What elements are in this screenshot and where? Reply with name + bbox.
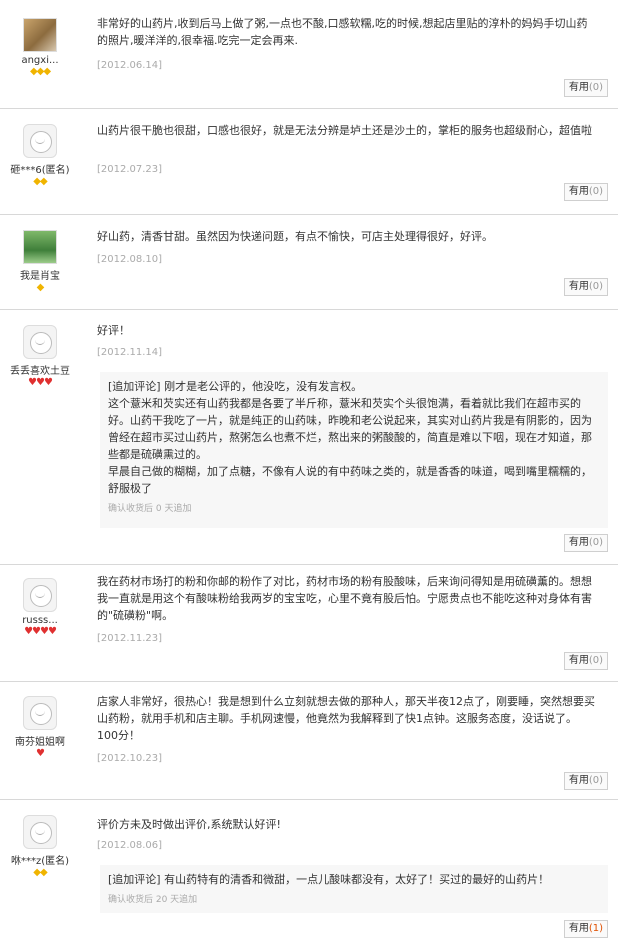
useful-label: 有用 — [568, 923, 589, 934]
appended-review-note: 确认收货后 0 天追加 — [108, 504, 192, 514]
appended-review-text: [追加评论] 有山药特有的清香和微甜，一点儿酸味都没有，太好了！买过的最好的山药… — [108, 873, 550, 886]
useful-count: (0) — [588, 281, 603, 292]
username[interactable]: 砸***6(匿名) — [0, 161, 80, 176]
buyer-rank-icon: ♥♥♥♥ — [24, 626, 57, 637]
useful-count: (0) — [588, 655, 603, 666]
username[interactable]: angxi... — [0, 55, 80, 66]
username[interactable]: russs... — [0, 615, 80, 626]
review-date: [2012.06.14] — [97, 60, 163, 71]
user-avatar[interactable] — [23, 325, 57, 359]
appended-review-text: [追加评论] 刚才是老公评的，他没吃，没有发言权。 这个薏米和芡实还有山药我都是… — [108, 380, 592, 495]
user-avatar[interactable] — [23, 230, 57, 264]
review-item: russs... ♥♥♥♥ 我在药材市场打的粉和你邮的粉作了对比，药材市场的粉有… — [0, 565, 618, 682]
review-text: 评价方未及时做出评价,系统默认好评! — [97, 818, 281, 831]
useful-button[interactable]: 有用(0) — [563, 652, 608, 670]
review-item: 我是肖宝 ◆ 好山药，清香甘甜。虽然因为快递问题，有点不愉快，可店主处理得很好，… — [0, 215, 618, 310]
username[interactable]: 丢丢喜欢土豆 — [0, 362, 80, 377]
useful-button[interactable]: 有用(0) — [563, 534, 608, 552]
useful-label: 有用 — [568, 281, 589, 292]
useful-label: 有用 — [568, 537, 589, 548]
useful-count: (0) — [588, 775, 603, 786]
user-avatar[interactable] — [23, 578, 57, 612]
useful-label: 有用 — [568, 655, 589, 666]
useful-label: 有用 — [568, 82, 589, 93]
buyer-rank-icon: ◆◆◆ — [29, 66, 51, 77]
buyer-rank-icon: ◆ — [36, 282, 45, 293]
review-item: 丢丢喜欢土豆 ♥♥♥ 好评！ [2012.11.14] [追加评论] 刚才是老公… — [0, 310, 618, 565]
useful-label: 有用 — [568, 775, 589, 786]
useful-button[interactable]: 有用(0) — [563, 278, 608, 296]
review-date: [2012.11.23] — [97, 633, 163, 644]
review-item: 南芬姐姐啊 ♥ 店家人非常好，很热心！我是想到什么立刻就想去做的那种人，那天半夜… — [0, 682, 618, 800]
user-avatar[interactable] — [23, 696, 57, 730]
useful-count: (1) — [588, 923, 603, 934]
review-item: 咻***z(匿名) ◆◆ 评价方未及时做出评价,系统默认好评! [2012.08… — [0, 800, 618, 938]
review-date: [2012.08.10] — [97, 254, 163, 265]
review-text: 山药片很干脆也很甜，口感也很好，就是无法分辨是垆土还是沙土的，掌柜的服务也超级耐… — [97, 124, 592, 137]
appended-review: [追加评论] 有山药特有的清香和微甜，一点儿酸味都没有，太好了！买过的最好的山药… — [100, 865, 608, 913]
useful-button[interactable]: 有用(1) — [563, 920, 608, 938]
appended-review: [追加评论] 刚才是老公评的，他没吃，没有发言权。 这个薏米和芡实还有山药我都是… — [100, 372, 608, 528]
review-text: 非常好的山药片,收到后马上做了粥,一点也不酸,口感软糯,吃的时候,想起店里贴的淳… — [97, 17, 588, 47]
review-text: 好山药，清香甘甜。虽然因为快递问题，有点不愉快，可店主处理得很好，好评。 — [97, 230, 493, 243]
review-text: 好评！ — [97, 324, 130, 337]
username[interactable]: 我是肖宝 — [0, 267, 80, 282]
review-date: [2012.07.23] — [97, 164, 163, 175]
useful-button[interactable]: 有用(0) — [563, 183, 608, 201]
useful-button[interactable]: 有用(0) — [563, 79, 608, 97]
buyer-rank-icon: ◆◆ — [33, 176, 47, 187]
review-item: 砸***6(匿名) ◆◆ 山药片很干脆也很甜，口感也很好，就是无法分辨是垆土还是… — [0, 109, 618, 215]
buyer-rank-icon: ♥ — [36, 748, 45, 759]
review-date: [2012.10.23] — [97, 753, 163, 764]
useful-count: (0) — [588, 537, 603, 548]
buyer-rank-icon: ♥♥♥ — [28, 377, 53, 388]
user-avatar[interactable] — [23, 18, 57, 52]
useful-count: (0) — [588, 82, 603, 93]
useful-count: (0) — [588, 186, 603, 197]
buyer-rank-icon: ◆◆ — [33, 867, 47, 878]
useful-button[interactable]: 有用(0) — [563, 772, 608, 790]
username[interactable]: 南芬姐姐啊 — [0, 733, 80, 748]
user-avatar[interactable] — [23, 124, 57, 158]
appended-review-note: 确认收货后 20 天追加 — [108, 895, 198, 905]
user-avatar[interactable] — [23, 815, 57, 849]
review-date: [2012.08.06] — [97, 840, 163, 851]
review-item: angxi... ◆◆◆ 非常好的山药片,收到后马上做了粥,一点也不酸,口感软糯… — [0, 0, 618, 109]
useful-label: 有用 — [568, 186, 589, 197]
review-text: 我在药材市场打的粉和你邮的粉作了对比，药材市场的粉有股酸味，后来询问得知是用硫磺… — [97, 575, 592, 622]
review-date: [2012.11.14] — [97, 347, 163, 358]
username[interactable]: 咻***z(匿名) — [0, 852, 80, 867]
review-text: 店家人非常好，很热心！我是想到什么立刻就想去做的那种人，那天半夜12点了，刚要睡… — [97, 695, 595, 742]
